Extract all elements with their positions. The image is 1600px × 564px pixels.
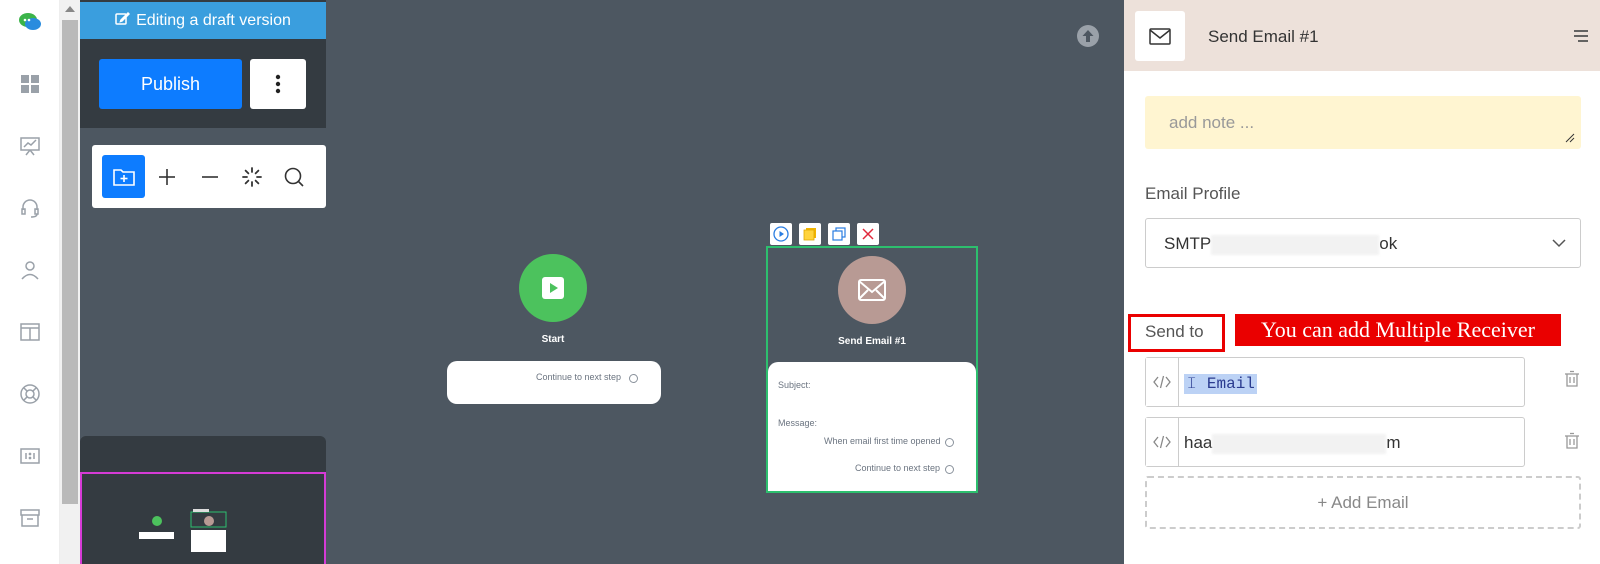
flow-canvas[interactable]: Editing a draft version Publish Start Co… xyxy=(80,0,1124,564)
next-output-label: Continue to next step xyxy=(855,463,941,473)
envelope-icon xyxy=(858,279,886,301)
start-output-label: Continue to next step xyxy=(536,372,622,382)
panel-header: Send Email #1 xyxy=(1124,0,1600,71)
chevron-down-icon xyxy=(1552,239,1566,248)
draft-banner: Editing a draft version xyxy=(80,2,326,39)
trash-icon xyxy=(1565,432,1579,449)
add-folder-button[interactable] xyxy=(102,155,145,198)
code-toggle-button[interactable] xyxy=(1146,358,1179,406)
message-label: Message: xyxy=(778,418,818,428)
editor-panel: Editing a draft version Publish xyxy=(80,0,326,128)
note-step-button[interactable] xyxy=(799,223,821,245)
scrollbar-thumb[interactable] xyxy=(62,20,78,504)
sticky-note-icon xyxy=(803,228,816,241)
zoom-in-button[interactable] xyxy=(145,155,188,198)
code-icon xyxy=(1153,435,1171,449)
lifebuoy-icon[interactable] xyxy=(16,380,44,408)
minimap-preview xyxy=(139,509,227,552)
panel-title: Send Email #1 xyxy=(1208,27,1319,46)
subject-label: Subject: xyxy=(778,380,811,390)
start-node-card: Continue to next step xyxy=(447,361,661,404)
canvas-toolbar xyxy=(92,145,326,208)
receiver-value[interactable]: 𝙸 Email xyxy=(1184,373,1257,394)
play-icon xyxy=(542,277,564,299)
receiver-value-start: haa xyxy=(1184,433,1213,452)
email-variable-token[interactable]: 𝙸 Email xyxy=(1184,374,1257,394)
dashboard-icon[interactable] xyxy=(16,70,44,98)
opened-output-port[interactable] xyxy=(945,438,954,447)
send-to-label: Send to xyxy=(1145,322,1204,341)
envelope-icon xyxy=(1149,27,1171,45)
next-output-port[interactable] xyxy=(945,465,954,474)
hamburger-icon xyxy=(1574,30,1588,42)
user-icon[interactable] xyxy=(16,256,44,284)
scroll-up-arrow-icon[interactable] xyxy=(65,6,75,12)
send-email-node-icon xyxy=(838,256,906,324)
send-email-node-card: Subject: Message: When email first time … xyxy=(768,362,976,491)
send-email-node-label: Send Email #1 xyxy=(838,336,906,347)
receiver-value-end: m xyxy=(1386,433,1401,452)
note-textarea[interactable]: add note ... xyxy=(1145,96,1581,149)
publish-button[interactable]: Publish xyxy=(99,59,242,109)
more-options-button[interactable] xyxy=(250,59,306,109)
layout-icon[interactable] xyxy=(16,318,44,346)
headset-icon[interactable] xyxy=(16,194,44,222)
delete-receiver-button[interactable] xyxy=(1564,370,1580,393)
search-button[interactable] xyxy=(272,155,315,198)
email-profile-value-end: ok xyxy=(1379,234,1398,253)
auto-layout-button[interactable] xyxy=(230,155,273,198)
delete-step-button[interactable] xyxy=(857,223,879,245)
upload-icon[interactable] xyxy=(1076,24,1100,48)
plus-icon xyxy=(158,168,175,185)
text-variable-icon: 𝙸 xyxy=(1186,375,1198,393)
presentation-icon[interactable] xyxy=(16,132,44,160)
note-placeholder: add note ... xyxy=(1169,113,1255,132)
panel-menu-button[interactable] xyxy=(1573,28,1589,49)
vertical-dots-icon xyxy=(275,74,281,94)
chat-logo-icon[interactable] xyxy=(16,8,44,36)
opened-output-label: When email first time opened xyxy=(824,436,941,446)
app-sidebar xyxy=(0,0,60,564)
start-output-port[interactable] xyxy=(629,374,638,383)
panel-step-icon xyxy=(1135,11,1185,61)
add-email-button[interactable]: + Add Email xyxy=(1145,476,1581,529)
code-toggle-button[interactable] xyxy=(1146,418,1179,466)
sidebar-scrollbar[interactable] xyxy=(60,0,80,564)
receiver-value[interactable]: haa m xyxy=(1184,433,1401,454)
edit-icon xyxy=(115,11,131,31)
loading-icon xyxy=(241,166,262,187)
email-profile-label: Email Profile xyxy=(1145,184,1241,203)
run-step-button[interactable] xyxy=(770,223,792,245)
draft-banner-text: Editing a draft version xyxy=(136,11,291,29)
send-email-node[interactable]: Send Email #1 Subject: Message: When ema… xyxy=(766,246,978,493)
archive-icon[interactable] xyxy=(16,504,44,532)
redacted-region xyxy=(1212,433,1387,454)
receiver-row[interactable]: 𝙸 Email xyxy=(1145,357,1525,407)
start-node-label: Start xyxy=(541,334,565,345)
minimap[interactable] xyxy=(80,472,326,564)
zoom-out-button[interactable] xyxy=(188,155,231,198)
start-node[interactable] xyxy=(519,254,587,322)
resize-handle-icon[interactable] xyxy=(1565,133,1575,143)
duplicate-step-button[interactable] xyxy=(828,223,850,245)
copy-icon xyxy=(832,227,846,241)
minus-icon xyxy=(201,175,218,178)
delete-receiver-button[interactable] xyxy=(1564,432,1580,455)
code-icon xyxy=(1153,375,1171,389)
email-profile-value-start: SMTP xyxy=(1164,234,1212,253)
properties-panel: Send Email #1 add note ... Email Profile… xyxy=(1124,0,1600,564)
multiple-receiver-annotation: You can add Multiple Receiver xyxy=(1235,314,1561,346)
token-label: Email xyxy=(1206,375,1255,393)
email-profile-select[interactable]: SMTP ok xyxy=(1145,218,1581,268)
close-icon xyxy=(862,228,874,240)
redacted-region xyxy=(1211,234,1380,255)
ratio-icon[interactable] xyxy=(16,442,44,470)
search-icon xyxy=(284,167,304,187)
add-folder-icon xyxy=(112,168,135,186)
play-circle-icon xyxy=(773,226,789,242)
trash-icon xyxy=(1565,370,1579,387)
receiver-row[interactable]: haa m xyxy=(1145,417,1525,467)
minimap-header xyxy=(80,436,326,472)
